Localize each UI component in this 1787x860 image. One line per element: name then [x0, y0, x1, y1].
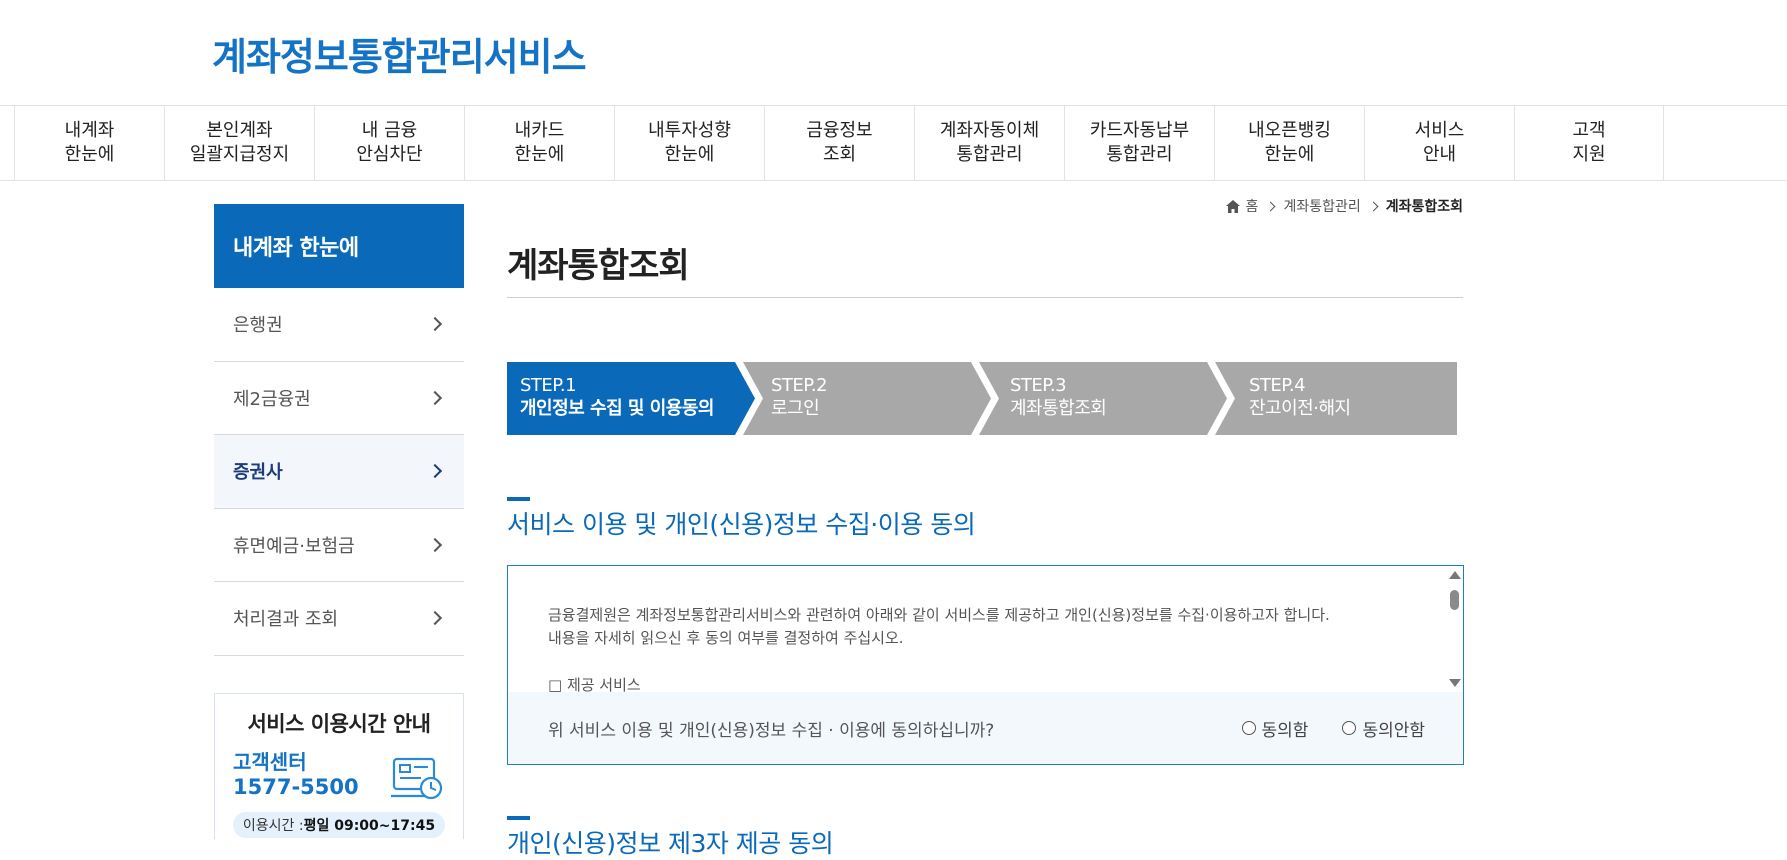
chevron-right-icon	[427, 390, 443, 405]
gnb-item-safe-block[interactable]: 내 금융 안심차단	[314, 106, 464, 180]
chevron-right-icon	[427, 317, 443, 332]
radio-circle-icon[interactable]	[1342, 721, 1357, 735]
home-icon[interactable]	[1225, 199, 1240, 213]
main-navigation: 내계좌 한눈에 본인계좌 일괄지급정지 내 금융 안심차단 내카드 한눈에 내투…	[0, 105, 1787, 181]
disagree-label: 동의안함	[1362, 720, 1425, 741]
section-marker	[507, 816, 530, 820]
breadcrumb-home[interactable]: 홈	[1246, 196, 1259, 216]
consent-text-line: □ 제공 서비스	[548, 676, 641, 692]
section-title-third-party: 개인(신용)정보 제3자 제공 동의	[507, 829, 834, 858]
gnb-item-invest-profile[interactable]: 내투자성향 한눈에	[614, 106, 764, 180]
radio-circle-icon[interactable]	[1241, 721, 1256, 735]
gnb-item-card-autopay[interactable]: 카드자동납부 통합관리	[1064, 106, 1214, 180]
breadcrumb-current: 계좌통합조회	[1385, 199, 1463, 215]
gnb-item-customer-support[interactable]: 고객 지원	[1514, 106, 1664, 180]
schedule-icon	[391, 757, 443, 800]
service-hours-value: 평일 09:00~17:45	[303, 818, 436, 834]
service-hours-box: 서비스 이용시간 안내 고객센터 1577-5500 이용시간 : 평일 09:…	[214, 693, 464, 839]
gnb-item-payment-stop[interactable]: 본인계좌 일괄지급정지	[164, 106, 314, 180]
consent-radio-group: 동의함 동의안함	[1241, 716, 1425, 741]
step-2-name: 로그인	[771, 398, 820, 419]
breadcrumb: 홈 계좌통합관리 계좌통합조회	[1225, 196, 1463, 216]
gnb-item-open-banking[interactable]: 내오픈뱅킹 한눈에	[1214, 106, 1364, 180]
site-header: 계좌정보통합관리서비스	[0, 0, 1787, 105]
consent-scrollbar[interactable]	[1445, 566, 1463, 692]
service-hours-title: 서비스 이용시간 안내	[247, 712, 431, 736]
consent-text-line: 금융결제원은 계좌정보통합관리서비스와 관련하여 아래와 같이 서비스를 제공하…	[548, 606, 1330, 624]
step-4-label: STEP.4	[1249, 375, 1306, 396]
sidebar-item-label: 은행권	[233, 315, 283, 337]
sidebar-item-results[interactable]: 처리결과 조회	[214, 582, 464, 656]
gnb-item-auto-transfer[interactable]: 계좌자동이체 통합관리	[914, 106, 1064, 180]
service-hours-pill: 이용시간 : 평일 09:00~17:45	[233, 812, 445, 838]
step-1: STEP.1 개인정보 수집 및 이용동의	[520, 374, 714, 420]
step-3-name: 계좌통합조회	[1010, 398, 1107, 419]
section-marker	[507, 497, 530, 501]
step-2: STEP.2 로그인	[771, 374, 828, 420]
sidebar-item-label: 증권사	[233, 462, 283, 484]
page-title: 계좌통합조회	[507, 246, 690, 286]
scroll-down-icon[interactable]	[1449, 679, 1461, 687]
chevron-right-icon	[1368, 201, 1379, 211]
disagree-radio[interactable]: 동의안함	[1342, 716, 1425, 741]
chevron-right-icon	[1265, 201, 1276, 211]
agree-label: 동의함	[1261, 720, 1309, 741]
sidebar-item-label: 처리결과 조회	[233, 609, 339, 631]
consent-text-line: 내용을 자세히 읽으신 후 동의 여부를 결정하여 주십시오.	[548, 629, 904, 647]
sidebar-item-bank[interactable]: 은행권	[214, 288, 464, 362]
gnb-item-my-accounts[interactable]: 내계좌 한눈에	[14, 106, 164, 180]
chevron-right-icon	[427, 537, 443, 552]
step-1-label: STEP.1	[520, 375, 577, 396]
gnb-item-service-guide[interactable]: 서비스 안내	[1364, 106, 1514, 180]
sidebar-item-dormant[interactable]: 휴면예금·보험금	[214, 509, 464, 582]
title-divider	[507, 297, 1463, 298]
step-3: STEP.3 계좌통합조회	[1010, 374, 1107, 420]
sidebar-item-label: 제2금융권	[233, 388, 311, 410]
gnb-item-my-cards[interactable]: 내카드 한눈에	[464, 106, 614, 180]
scroll-thumb[interactable]	[1450, 590, 1459, 610]
sidebar-menu: 은행권 제2금융권 증권사 휴면예금·보험금 처리결과 조회	[214, 288, 464, 656]
sidebar-item-label: 휴면예금·보험금	[233, 535, 355, 557]
step-2-label: STEP.2	[771, 375, 828, 396]
consent-text-area[interactable]: 금융결제원은 계좌정보통합관리서비스와 관련하여 아래와 같이 서비스를 제공하…	[508, 566, 1463, 692]
step-indicator: STEP.1 개인정보 수집 및 이용동의 STEP.2 로그인 STEP.3 …	[507, 362, 1457, 435]
chevron-right-icon	[427, 611, 443, 626]
chevron-right-icon	[427, 464, 443, 479]
breadcrumb-level1[interactable]: 계좌통합관리	[1283, 196, 1360, 216]
step-1-name: 개인정보 수집 및 이용동의	[520, 398, 714, 419]
consent-question-bar: 위 서비스 이용 및 개인(신용)정보 수집 · 이용에 동의하십니까? 동의함…	[508, 692, 1463, 764]
sidebar-item-securities[interactable]: 증권사	[214, 435, 464, 509]
site-logo[interactable]: 계좌정보통합관리서비스	[212, 26, 587, 81]
scroll-up-icon[interactable]	[1449, 571, 1461, 579]
service-hours-label: 이용시간 :	[242, 818, 304, 834]
consent-box: 금융결제원은 계좌정보통합관리서비스와 관련하여 아래와 같이 서비스를 제공하…	[507, 565, 1464, 765]
section-title-consent: 서비스 이용 및 개인(신용)정보 수집·이용 동의	[507, 510, 976, 539]
gnb-item-finance-info[interactable]: 금융정보 조회	[764, 106, 914, 180]
sidebar-item-secondary-finance[interactable]: 제2금융권	[214, 362, 464, 435]
agree-radio[interactable]: 동의함	[1241, 716, 1309, 741]
step-4-name: 잔고이전·해지	[1249, 398, 1351, 419]
sidebar-title: 내계좌 한눈에	[214, 204, 464, 288]
consent-question: 위 서비스 이용 및 개인(신용)정보 수집 · 이용에 동의하십니까?	[548, 720, 995, 741]
step-4: STEP.4 잔고이전·해지	[1249, 374, 1351, 420]
step-3-label: STEP.3	[1010, 375, 1067, 396]
